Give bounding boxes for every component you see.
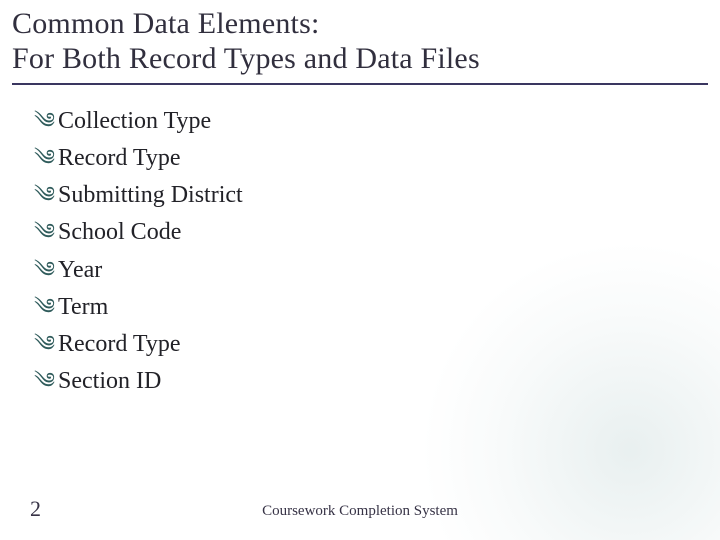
list-item: ༄ Term bbox=[34, 289, 708, 326]
bullet-icon: ༄ bbox=[34, 364, 54, 398]
bullet-icon: ༄ bbox=[34, 327, 54, 361]
bullet-icon: ༄ bbox=[34, 104, 54, 138]
list-item: ༄ Record Type bbox=[34, 326, 708, 363]
list-item-label: Section ID bbox=[58, 363, 161, 400]
list-item: ༄ Collection Type bbox=[34, 103, 708, 140]
list-item: ༄ School Code bbox=[34, 214, 708, 251]
list-item-label: Record Type bbox=[58, 140, 181, 177]
bullet-icon: ༄ bbox=[34, 290, 54, 324]
slide-title-line1: Common Data Elements: bbox=[12, 6, 708, 41]
slide: Common Data Elements: For Both Record Ty… bbox=[0, 0, 720, 540]
list-item-label: Record Type bbox=[58, 326, 181, 363]
bullet-icon: ༄ bbox=[34, 253, 54, 287]
bullet-icon: ༄ bbox=[34, 215, 54, 249]
list-item: ༄ Section ID bbox=[34, 363, 708, 400]
title-underline bbox=[12, 83, 708, 85]
footer-caption: Coursework Completion System bbox=[0, 503, 720, 520]
list-item-label: Term bbox=[58, 289, 108, 326]
slide-title-line2: For Both Record Types and Data Files bbox=[12, 41, 708, 76]
bullet-icon: ༄ bbox=[34, 141, 54, 175]
list-item-label: Collection Type bbox=[58, 103, 211, 140]
list-item: ༄ Submitting District bbox=[34, 177, 708, 214]
list-item: ༄ Year bbox=[34, 252, 708, 289]
list-item-label: School Code bbox=[58, 214, 181, 251]
slide-title-block: Common Data Elements: For Both Record Ty… bbox=[12, 6, 708, 85]
bullet-list: ༄ Collection Type ༄ Record Type ༄ Submit… bbox=[34, 103, 708, 401]
list-item-label: Submitting District bbox=[58, 177, 243, 214]
list-item: ༄ Record Type bbox=[34, 140, 708, 177]
list-item-label: Year bbox=[58, 252, 102, 289]
slide-footer: 2 Coursework Completion System bbox=[0, 494, 720, 522]
bullet-icon: ༄ bbox=[34, 178, 54, 212]
